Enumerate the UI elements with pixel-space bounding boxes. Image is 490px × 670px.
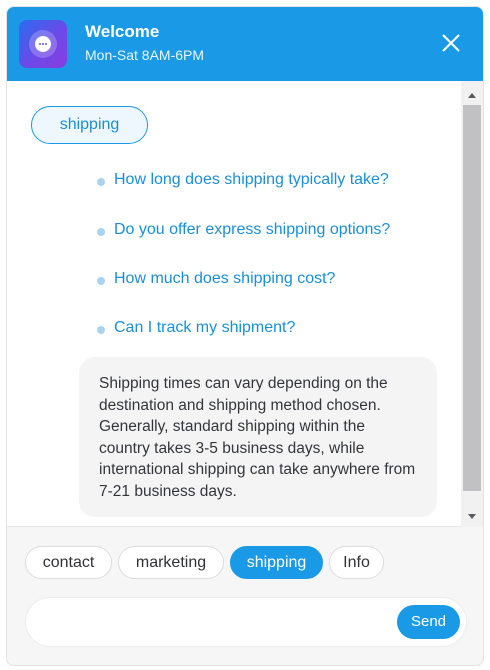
bullet-icon: [97, 228, 105, 236]
topic-pill[interactable]: shipping: [31, 106, 148, 144]
chat-widget: Welcome Mon-Sat 8AM-6PM shipping How lon…: [6, 6, 484, 666]
scrollbar[interactable]: [461, 81, 483, 527]
bot-answer-bubble: Shipping times can vary depending on the…: [79, 357, 437, 517]
chip-shipping[interactable]: shipping: [230, 546, 323, 579]
scroll-down-arrow-icon[interactable]: [466, 509, 478, 521]
question-text: Do you offer express shipping options?: [114, 221, 391, 238]
bullet-icon: [97, 326, 105, 334]
chip-marketing[interactable]: marketing: [118, 546, 224, 579]
chip-contact[interactable]: contact: [25, 546, 112, 579]
message-input[interactable]: [44, 608, 384, 638]
header-hours: Mon-Sat 8AM-6PM: [85, 47, 205, 63]
chat-header: Welcome Mon-Sat 8AM-6PM: [7, 7, 483, 81]
question-text: How much does shipping cost?: [114, 270, 336, 287]
header-title: Welcome: [85, 22, 160, 41]
question-text: Can I track my shipment?: [114, 319, 296, 336]
chip-info[interactable]: Info: [329, 546, 384, 579]
bullet-icon: [97, 178, 105, 186]
scroll-up-arrow-icon[interactable]: [466, 89, 478, 101]
message-composer: Send: [25, 597, 467, 647]
scrollbar-thumb[interactable]: [463, 105, 481, 491]
bullet-icon: [97, 277, 105, 285]
chat-messages: shipping How long does shipping typicall…: [7, 81, 483, 527]
chat-bot-avatar-icon: [19, 20, 67, 68]
question-text: How long does shipping typically take?: [114, 171, 389, 188]
send-button[interactable]: Send: [397, 605, 460, 639]
close-icon[interactable]: [437, 29, 465, 57]
